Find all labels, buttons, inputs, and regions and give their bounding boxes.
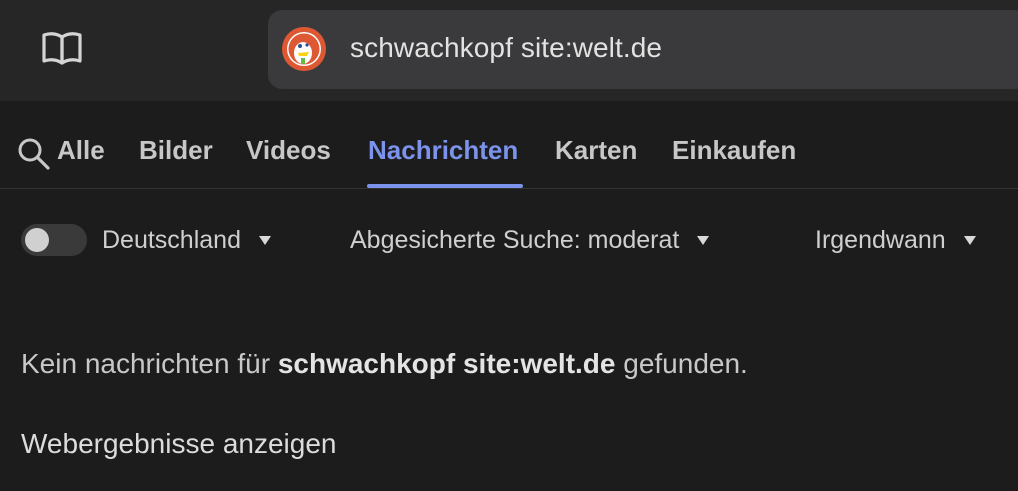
tab-alle[interactable]: Alle xyxy=(57,135,105,166)
reader-button[interactable] xyxy=(38,28,86,68)
region-dropdown[interactable]: Deutschland xyxy=(102,226,271,255)
duckduckgo-logo xyxy=(282,27,326,71)
toggle-knob xyxy=(25,228,49,252)
region-toggle[interactable] xyxy=(21,224,87,256)
safe-search-label: Abgesicherte Suche: moderat xyxy=(350,226,680,254)
tab-nachrichten[interactable]: Nachrichten xyxy=(368,135,518,166)
no-results-message: Kein nachrichten für schwachkopf site:we… xyxy=(21,348,748,380)
caret-down-icon xyxy=(963,236,976,245)
active-tab-indicator xyxy=(367,184,523,188)
no-results-query: schwachkopf site:welt.de xyxy=(277,348,616,379)
time-dropdown[interactable]: Irgendwann xyxy=(815,226,976,255)
caret-down-icon xyxy=(697,236,710,245)
no-results-prefix: Kein nachrichten für xyxy=(21,348,271,379)
caret-down-icon xyxy=(258,236,271,245)
region-label: Deutschland xyxy=(102,226,241,254)
no-results-suffix: gefunden. xyxy=(623,348,748,379)
address-bar[interactable]: schwachkopf site:welt.de xyxy=(268,10,1018,89)
address-text[interactable]: schwachkopf site:welt.de xyxy=(350,32,662,64)
tab-videos[interactable]: Videos xyxy=(246,135,331,166)
browser-toolbar: schwachkopf site:welt.de xyxy=(0,0,1018,101)
safe-search-dropdown[interactable]: Abgesicherte Suche: moderat xyxy=(350,226,710,255)
book-icon xyxy=(42,32,82,65)
show-web-results-link[interactable]: Webergebnisse anzeigen xyxy=(21,428,336,460)
time-label: Irgendwann xyxy=(815,226,946,254)
filter-bar: Deutschland Abgesicherte Suche: moderat … xyxy=(0,190,1018,290)
tab-einkaufen[interactable]: Einkaufen xyxy=(672,135,796,166)
tab-bilder[interactable]: Bilder xyxy=(139,135,213,166)
page: schwachkopf site:welt.de Alle Bilder Vid… xyxy=(0,0,1018,491)
search-icon[interactable] xyxy=(17,137,51,171)
tab-karten[interactable]: Karten xyxy=(555,135,637,166)
search-tabs: Alle Bilder Videos Nachrichten Karten Ei… xyxy=(0,101,1018,189)
